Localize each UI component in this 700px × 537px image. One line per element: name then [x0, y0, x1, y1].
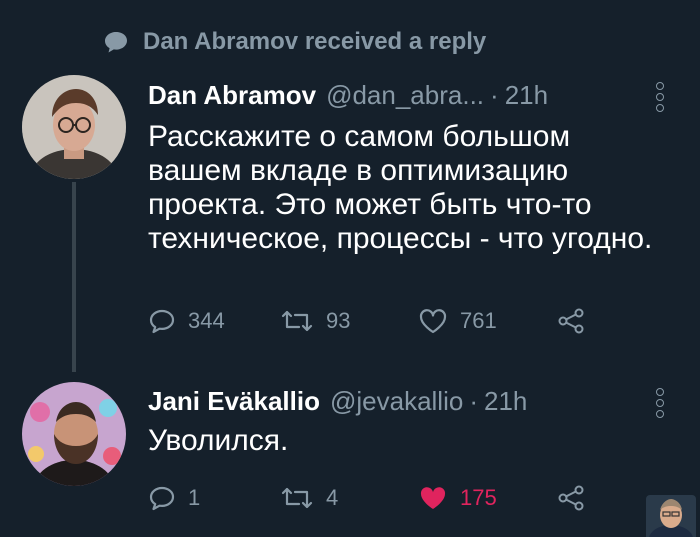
reply-count: 1 [188, 485, 201, 510]
heart-filled-icon [420, 487, 446, 509]
social-context: Dan Abramov received a reply [103, 28, 486, 56]
separator: · [490, 80, 499, 110]
tweet-time[interactable]: 21h [484, 386, 527, 417]
tweet-actions: 1 4 175 [148, 485, 586, 511]
share-button[interactable] [556, 485, 586, 511]
like-count: 761 [460, 308, 497, 333]
like-count: 175 [460, 485, 497, 510]
heart-icon [419, 309, 447, 334]
reply-button[interactable]: 1 [148, 485, 280, 511]
corner-overlay-image [646, 495, 696, 537]
reply-count: 344 [188, 308, 225, 333]
retweet-count: 4 [326, 485, 339, 510]
retweet-button[interactable]: 93 [280, 308, 418, 334]
share-icon [558, 485, 584, 511]
share-button[interactable] [556, 308, 586, 334]
like-button[interactable]: 175 [418, 485, 556, 511]
retweet-icon [281, 310, 313, 332]
retweet-button[interactable]: 4 [280, 485, 418, 511]
more-options-icon[interactable] [656, 388, 664, 418]
avatar-jani-evakallio[interactable] [22, 382, 126, 486]
retweet-icon [281, 487, 313, 509]
tweet-time[interactable]: 21h [505, 80, 548, 111]
social-context-text: Dan Abramov received a reply [143, 28, 487, 55]
like-button[interactable]: 761 [418, 308, 556, 334]
author-handle[interactable]: @jevakallio [330, 386, 463, 417]
author-name[interactable]: Dan Abramov [148, 80, 316, 111]
tweet-text: Расскажите о самом большом вашем вкладе … [148, 120, 653, 255]
reply-button[interactable]: 344 [148, 308, 280, 334]
avatar-dan-abramov[interactable] [22, 75, 126, 179]
author-handle[interactable]: @dan_abra... [326, 80, 484, 111]
thread-connector [72, 182, 76, 372]
tweet-actions: 344 93 761 [148, 308, 586, 334]
reply-icon [149, 309, 175, 334]
more-options-icon[interactable] [656, 82, 664, 112]
author-name[interactable]: Jani Eväkallio [148, 386, 320, 417]
tweet-text: Уволился. [148, 424, 289, 457]
tweet-header: Jani Eväkallio @jevakallio · 21h [148, 386, 527, 417]
retweet-count: 93 [326, 308, 351, 333]
speech-bubble-icon [105, 32, 127, 53]
tweet-header: Dan Abramov @dan_abra... · 21h [148, 80, 548, 111]
reply-icon [149, 486, 175, 511]
separator: · [469, 386, 478, 416]
share-icon [558, 308, 584, 334]
